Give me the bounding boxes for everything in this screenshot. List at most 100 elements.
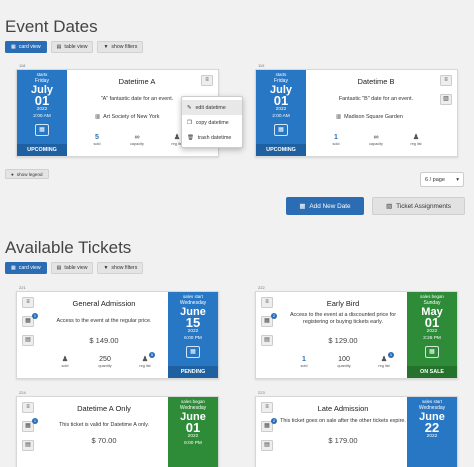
- menu-icon: ≡: [26, 299, 30, 305]
- ticket-stats: ♟ sold 250 quantity ♟ reg list: [45, 355, 165, 368]
- copy-datetime-item[interactable]: ❐ copy datetime: [182, 115, 242, 130]
- users-icon: ♟: [141, 356, 149, 363]
- chevron-down-icon: ▾: [456, 176, 459, 183]
- ticket-price[interactable]: $ 149.00: [39, 336, 169, 345]
- ticket-id: 221: [19, 285, 26, 290]
- show-legend-button[interactable]: ● show legend: [5, 169, 49, 179]
- ticket-price[interactable]: $ 179.00: [278, 436, 408, 445]
- date-name[interactable]: Datetime B: [311, 77, 441, 86]
- ticket-name[interactable]: Late Admission: [278, 404, 408, 413]
- calculator-icon: ▤: [264, 337, 270, 343]
- menu-icon: ≡: [205, 77, 209, 83]
- reg-list-stat[interactable]: ♟ reg list: [369, 355, 399, 368]
- tickets-view-toggle: ▦ card view ▤ table view ▼ show filters: [5, 262, 147, 274]
- table-view-button[interactable]: ▤ table view: [50, 262, 94, 274]
- grid-icon: ▦: [11, 265, 16, 271]
- calendar-icon: ▦: [25, 423, 31, 429]
- actions-menu-button[interactable]: ≡: [261, 297, 273, 308]
- table-view-button[interactable]: ▤ table view: [50, 41, 94, 53]
- ticket-id: 224: [19, 390, 26, 395]
- date-calendar-box: starts Friday July 01 2022 2:00 AM ▦ UPC…: [17, 70, 67, 156]
- tickets-icon: ▧: [443, 96, 449, 102]
- date-stats: 5 sold ∞ capacity ♟ reg list: [77, 133, 197, 146]
- calendar-icon[interactable]: ▦: [35, 124, 49, 136]
- status-badge: PENDING: [168, 366, 218, 378]
- ticket-card-early-bird: 222 ≡ ▦ 2 ▤ Early Bird Access to the eve…: [255, 285, 458, 379]
- sold-stat: 5 sold: [93, 134, 101, 146]
- filter-icon: ▼: [103, 265, 109, 271]
- card-view-button[interactable]: ▦ card view: [5, 41, 47, 53]
- date-name[interactable]: Datetime A: [72, 77, 202, 86]
- ticket-assignments-button[interactable]: ▧ Ticket Assignments: [372, 197, 465, 215]
- date-card-b: 119 starts Friday July 01 2022 2:00 AM ▦…: [255, 63, 458, 157]
- reg-list-badge: 5: [149, 352, 155, 358]
- per-page-select[interactable]: 6 / page ▾: [420, 172, 464, 187]
- date-id: 118: [19, 63, 26, 68]
- status-badge: UPCOMING: [256, 144, 306, 156]
- price-calculator-button[interactable]: ▤: [261, 440, 273, 451]
- menu-icon: ≡: [265, 404, 269, 410]
- ticket-price[interactable]: $ 70.00: [39, 436, 169, 445]
- show-filters-button[interactable]: ▼ show filters: [97, 41, 144, 53]
- date-stats: 1 sold ∞ capacity ♟ reg list: [316, 133, 436, 146]
- infinity-icon: ∞: [373, 134, 379, 141]
- ticket-card-general-admission: 221 ≡ ▦ 1 ▤ General Admission Access to …: [16, 285, 219, 379]
- sale-date-box: sales began Sunday May 01 2022 3:26 PM ▦…: [407, 292, 457, 378]
- ticket-name[interactable]: General Admission: [39, 299, 169, 308]
- event-dates-view-toggle: ▦ card view ▤ table view ▼ show filters: [5, 41, 147, 53]
- sold-stat: 1 sold: [332, 134, 340, 146]
- show-filters-button[interactable]: ▼ show filters: [97, 262, 144, 274]
- card-view-button[interactable]: ▦ card view: [5, 262, 47, 274]
- status-badge: UPCOMING: [17, 144, 67, 156]
- ticket-description[interactable]: Access to the event at a discounted pric…: [280, 312, 406, 326]
- reg-list-stat[interactable]: ♟ reg list: [130, 355, 160, 368]
- calendar-icon[interactable]: ▦: [186, 346, 200, 358]
- actions-menu-button[interactable]: ≡: [201, 75, 213, 86]
- venue[interactable]: ▥ Art Society of New York: [95, 114, 159, 120]
- price-calculator-button[interactable]: ▤: [22, 440, 34, 451]
- date-id: 119: [258, 63, 265, 68]
- calendar-icon: ▦: [264, 318, 270, 324]
- edit-datetime-item[interactable]: ✎ edit datetime: [182, 100, 242, 115]
- trash-datetime-item[interactable]: 🗑 trash datetime: [182, 130, 242, 145]
- menu-icon: ≡: [26, 404, 30, 410]
- ticket-description[interactable]: Access to the event at the regular price…: [39, 318, 169, 325]
- quantity-stat[interactable]: 100 quantity: [329, 355, 359, 368]
- actions-menu-button[interactable]: ≡: [22, 297, 34, 308]
- menu-icon: ≡: [265, 299, 269, 305]
- count-badge: 2: [271, 418, 277, 424]
- actions-menu-button[interactable]: ≡: [440, 75, 452, 86]
- capacity-stat[interactable]: ∞ capacity: [122, 133, 152, 146]
- date-calendar-box: starts Friday July 01 2022 2:00 AM ▦ UPC…: [256, 70, 306, 156]
- users-icon: ♟: [61, 356, 69, 363]
- actions-menu-button[interactable]: ≡: [261, 402, 273, 413]
- reg-list-stat[interactable]: ♟ reg list: [401, 133, 431, 146]
- capacity-stat[interactable]: ∞ capacity: [361, 133, 391, 146]
- price-calculator-button[interactable]: ▤: [261, 335, 273, 346]
- count-badge: 1: [32, 418, 38, 424]
- price-calculator-button[interactable]: ▤: [22, 335, 34, 346]
- ticket-price[interactable]: $ 129.00: [278, 336, 408, 345]
- calendar-icon: ▦: [25, 318, 31, 324]
- ticket-name[interactable]: Early Bird: [278, 299, 408, 308]
- tickets-icon: ▧: [386, 203, 393, 210]
- calculator-icon: ▤: [25, 442, 31, 448]
- calendar-icon[interactable]: ▦: [425, 346, 439, 358]
- ticket-name[interactable]: Datetime A Only: [39, 404, 169, 413]
- date-actions-menu: ✎ edit datetime ❐ copy datetime 🗑 trash dat…: [181, 96, 243, 148]
- add-new-date-button[interactable]: ▦ Add New Date: [286, 197, 364, 215]
- ticket-description[interactable]: This ticket goes on sale after the other…: [280, 418, 406, 425]
- ticket-assign-button[interactable]: ▧: [440, 94, 452, 105]
- actions-menu-button[interactable]: ≡: [22, 402, 34, 413]
- grid-icon: ▦: [11, 44, 16, 50]
- sale-date-box: sales start Wednesday June 15 2022 6:00 …: [168, 292, 218, 378]
- date-description[interactable]: Fantastic "B" date for an event.: [311, 96, 441, 103]
- building-icon: ▥: [95, 114, 101, 120]
- calendar-icon[interactable]: ▦: [274, 124, 288, 136]
- quantity-stat[interactable]: 250 quantity: [90, 355, 120, 368]
- ticket-description[interactable]: This ticket is valid for Datetime A only…: [39, 422, 169, 429]
- sale-date-box: sales start Wednesday June 22 2022: [407, 397, 457, 467]
- ticket-id: 223: [258, 390, 265, 395]
- venue[interactable]: ▥ Madison Square Garden: [336, 114, 403, 120]
- reg-list-badge: 1: [388, 352, 394, 358]
